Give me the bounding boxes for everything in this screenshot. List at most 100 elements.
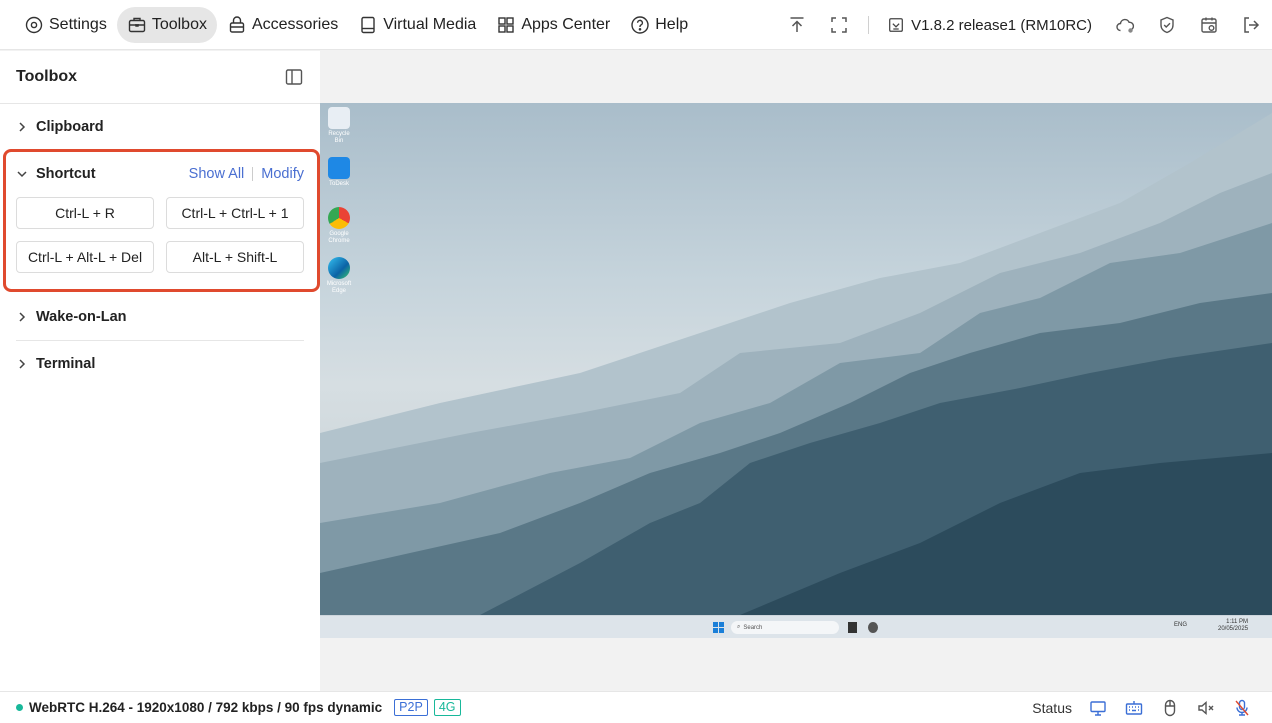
modify-link[interactable]: Modify [261,166,304,182]
connection-dot [16,704,23,711]
main-nav: Settings Toolbox Accessories Virtual Med… [14,7,698,43]
shortcut-button-ctrl-alt-del[interactable]: Ctrl-L + Alt-L + Del [16,241,154,273]
shortcut-grid: Ctrl-L + R Ctrl-L + Ctrl-L + 1 Ctrl-L + … [16,197,304,273]
network-badge: 4G [433,699,461,716]
show-all-link[interactable]: Show All [189,166,245,182]
nav-accessories[interactable]: Accessories [217,7,348,43]
terminal-label: Terminal [36,356,96,372]
desktop-icon-edge[interactable]: Microsoft Edge [326,257,352,295]
nav-virtual-media-label: Virtual Media [383,16,477,33]
sidebar-header: Toolbox [0,51,320,104]
wake-on-lan-label: Wake-on-Lan [36,309,127,325]
sidebar-collapse-button[interactable] [284,67,304,87]
speaker-muted-icon [1196,698,1216,718]
nav-toolbox-label: Toolbox [151,16,207,33]
desktop-icon-label: Google Chrome [328,231,350,244]
terminal-toggle[interactable]: Terminal [16,341,304,387]
taskbar-settings-icon[interactable] [868,622,878,633]
speaker-mute-button[interactable] [1188,692,1224,723]
security-button[interactable] [1146,0,1188,50]
shortcut-actions: Show All Modify [189,166,304,182]
wake-on-lan-toggle[interactable]: Wake-on-Lan [16,294,304,340]
status-label[interactable]: Status [1032,700,1072,716]
taskbar-time: 1:11 PM [1226,619,1249,625]
edge-icon [328,257,350,279]
mouse-icon [1160,698,1180,718]
shortcut-toggle[interactable]: Shortcut [16,166,96,182]
shortcut-button-ctrl-r[interactable]: Ctrl-L + R [16,197,154,229]
chevron-down-icon [16,168,28,180]
help-icon [630,15,650,35]
todesk-icon [328,157,350,179]
keyboard-icon [1124,698,1144,718]
chrome-icon [328,207,350,229]
desktop-icon-recycle-bin[interactable]: Recycle Bin [326,107,352,145]
remote-desktop-view[interactable]: Recycle Bin ToDesk Google Chrome Microso… [320,103,1272,638]
windows-taskbar: ⌕ Search ENG 1:11 PM 20/05/2025 [320,615,1272,638]
apps-center-icon [496,15,516,35]
stream-details: WebRTC H.264 - 1920x1080 / 792 kbps / 90… [29,700,383,715]
top-tools: V1.8.2 release1 (RM10RC) [776,0,1272,50]
logout-button[interactable] [1230,0,1272,50]
keyboard-button[interactable] [1116,692,1152,723]
sidebar-panel-icon [284,67,304,87]
status-bar: WebRTC H.264 - 1920x1080 / 792 kbps / 90… [0,691,1272,723]
virtual-media-icon [358,15,378,35]
p2p-badge: P2P [394,699,428,716]
calendar-button[interactable] [1188,0,1230,50]
toolbox-sidebar: Toolbox Clipboard Shortcut Show All Modi… [0,51,320,691]
shortcut-button-ctrl-ctrl-1[interactable]: Ctrl-L + Ctrl-L + 1 [166,197,304,229]
chevron-right-icon [16,358,28,370]
monitor-icon [1088,698,1108,718]
monitor-button[interactable] [1080,692,1116,723]
status-controls: Status [1032,692,1260,723]
taskbar-clock[interactable]: 1:11 PM 20/05/2025 [1218,619,1249,632]
shortcut-header: Shortcut Show All Modify [16,151,304,197]
taskbar-search[interactable]: ⌕ Search [731,621,839,634]
desktop-icon-label: ToDesk [328,181,349,187]
top-bar: Settings Toolbox Accessories Virtual Med… [0,0,1272,50]
calendar-clock-icon [1199,15,1219,35]
upload-icon [787,15,807,35]
stream-info: WebRTC H.264 - 1920x1080 / 792 kbps / 90… [0,699,461,716]
nav-settings-label: Settings [49,16,107,33]
shortcut-button-alt-shift[interactable]: Alt-L + Shift-L [166,241,304,273]
chevron-right-icon [16,121,28,133]
settings-icon [24,15,44,35]
fullscreen-icon [829,15,849,35]
taskbar-app-icon[interactable] [848,622,857,633]
cloud-icon [1115,15,1135,35]
fullscreen-button[interactable] [818,0,860,50]
shortcut-section: Shortcut Show All Modify Ctrl-L + R Ctrl… [16,151,304,273]
microphone-mute-button[interactable] [1224,692,1260,723]
download-box-icon [887,16,905,34]
nav-toolbox[interactable]: Toolbox [116,7,217,43]
taskbar-lang[interactable]: ENG [1174,622,1187,633]
mouse-button[interactable] [1152,692,1188,723]
version-info[interactable]: V1.8.2 release1 (RM10RC) [877,16,1104,34]
desktop-wallpaper: Recycle Bin ToDesk Google Chrome Microso… [320,103,1272,615]
lower-sections: Wake-on-Lan Terminal [16,294,304,387]
desktop-icon-todesk[interactable]: ToDesk [326,157,352,188]
cloud-button[interactable] [1104,0,1146,50]
version-label: V1.8.2 release1 (RM10RC) [911,16,1092,34]
nav-apps-center[interactable]: Apps Center [486,7,620,43]
mountain-landscape [320,113,1272,615]
clipboard-toggle[interactable]: Clipboard [16,104,304,150]
link-divider [252,167,254,181]
search-icon: ⌕ [737,624,741,630]
nav-apps-center-label: Apps Center [521,16,611,33]
taskbar-search-placeholder: Search [743,624,763,631]
nav-virtual-media[interactable]: Virtual Media [348,7,486,43]
desktop-icon-label: Microsoft Edge [326,281,352,294]
nav-help[interactable]: Help [620,7,698,43]
nav-help-label: Help [655,16,689,33]
windows-start-icon[interactable] [713,622,724,633]
sidebar-title: Toolbox [16,68,78,85]
upload-button[interactable] [776,0,818,50]
accessories-icon [227,15,247,35]
nav-settings[interactable]: Settings [14,7,117,43]
desktop-icon-chrome[interactable]: Google Chrome [326,207,352,245]
chevron-right-icon [16,311,28,323]
shortcut-label: Shortcut [36,166,96,182]
